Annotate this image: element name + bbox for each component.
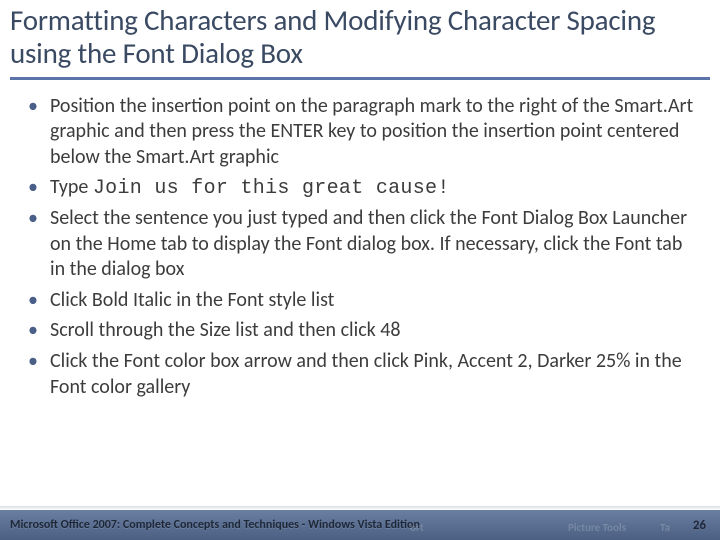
- footer-ghost-text: Picture Tools: [568, 521, 626, 534]
- list-item: Type Join us for this great cause!: [22, 175, 694, 202]
- bullet-text: Position the insertion point on the para…: [50, 94, 693, 169]
- bullet-text: Type: [50, 175, 93, 199]
- footer-ghost-text: Ta: [660, 521, 670, 534]
- list-item: Click Bold Italic in the Font style list: [22, 288, 694, 315]
- bullet-text: Click Bold Italic in the Font style list: [50, 288, 334, 312]
- bullet-list: Position the insertion point on the para…: [22, 94, 694, 402]
- bullet-mono: Join us for this great cause!: [93, 177, 450, 200]
- slide: Formatting Characters and Modifying Char…: [0, 0, 720, 540]
- list-item: Position the insertion point on the para…: [22, 94, 694, 172]
- slide-title: Formatting Characters and Modifying Char…: [0, 0, 720, 71]
- list-item: Select the sentence you just typed and t…: [22, 206, 694, 284]
- footer-text: Microsoft Office 2007: Complete Concepts…: [10, 518, 420, 532]
- bullet-text: Click the Font color box arrow and then …: [50, 349, 682, 399]
- content-area: Position the insertion point on the para…: [0, 80, 720, 402]
- bullet-text: Select the sentence you just typed and t…: [50, 206, 687, 281]
- list-item: Click the Font color box arrow and then …: [22, 349, 694, 401]
- page-number: 26: [693, 518, 706, 533]
- list-item: Scroll through the Size list and then cl…: [22, 318, 694, 345]
- footer: Microsoft Office 2007: Complete Concepts…: [0, 510, 720, 540]
- bullet-text: Scroll through the Size list and then cl…: [50, 318, 401, 342]
